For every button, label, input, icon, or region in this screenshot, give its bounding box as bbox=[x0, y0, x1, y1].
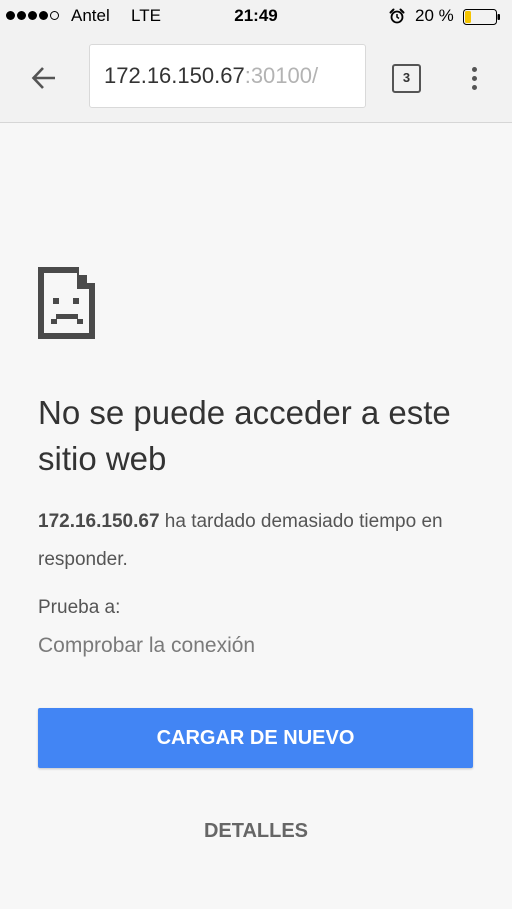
sad-page-icon bbox=[38, 267, 95, 339]
address-bar[interactable]: 172.16.150.67:30100/ bbox=[89, 44, 366, 108]
url-port: :30100/ bbox=[244, 63, 319, 88]
error-heading: No se puede acceder a este sitio web bbox=[38, 394, 451, 477]
reload-button[interactable]: CARGAR DE NUEVO bbox=[38, 708, 473, 768]
details-button[interactable]: DETALLES bbox=[150, 812, 362, 850]
browser-toolbar: 172.16.150.67:30100/ 3 bbox=[0, 34, 512, 123]
battery-percent: 20 % bbox=[415, 6, 454, 25]
error-description: 172.16.150.67 ha tardado demasiado tiemp… bbox=[38, 503, 468, 579]
alarm-clock-icon bbox=[389, 8, 405, 24]
overflow-menu-icon[interactable] bbox=[464, 62, 484, 94]
arrow-back-icon bbox=[31, 67, 55, 89]
suggestion-check-connection: Comprobar la conexión bbox=[38, 634, 256, 657]
url-host: 172.16.150.67 bbox=[104, 63, 245, 88]
status-bar: Antel LTE 21:49 20 % bbox=[0, 0, 512, 34]
battery-icon bbox=[463, 9, 500, 25]
error-host: 172.16.150.67 bbox=[38, 511, 160, 532]
back-button[interactable] bbox=[24, 58, 64, 98]
tab-switcher-button[interactable]: 3 bbox=[392, 64, 421, 93]
try-label: Prueba a: bbox=[38, 597, 121, 618]
